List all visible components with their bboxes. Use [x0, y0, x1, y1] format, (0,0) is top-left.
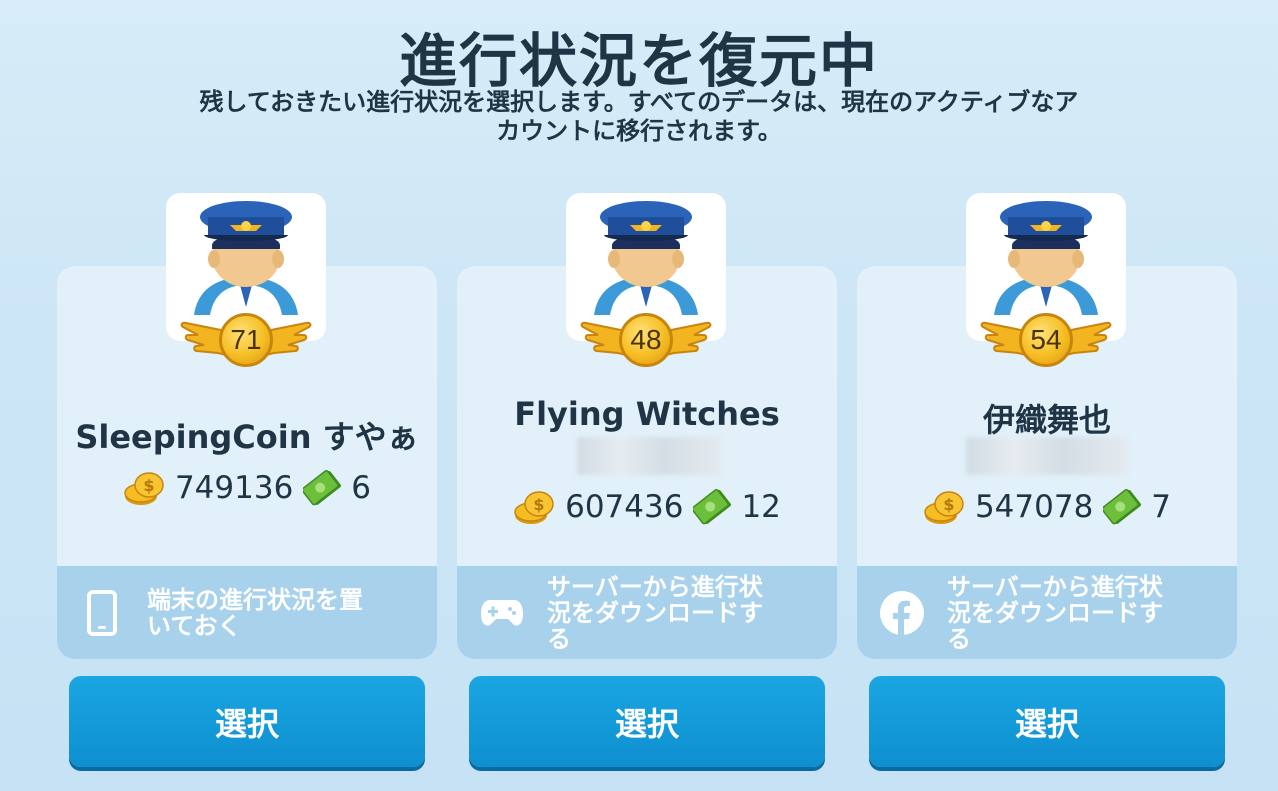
- source-label-server-facebook: サーバーから進行状 況をダウンロードす る: [947, 572, 1163, 653]
- source-band-device: 端末の進行状況を置 いておく: [57, 566, 437, 659]
- cash-value: 12: [741, 489, 781, 525]
- cash-icon: [303, 469, 342, 506]
- svg-text:$: $: [534, 495, 545, 514]
- coins-icon: $: [514, 491, 554, 524]
- redacted-id: [577, 437, 721, 475]
- source-label-device: 端末の進行状況を置 いておく: [147, 585, 363, 640]
- coins-icon: $: [924, 491, 964, 524]
- select-button-device[interactable]: 選択: [69, 676, 425, 767]
- gamepad-icon: [457, 598, 547, 628]
- level-badge: 54: [1019, 313, 1073, 367]
- page-subtitle: 残しておきたい進行状況を選択します。すべてのデータは、現在のアクティブなア カウ…: [0, 88, 1278, 146]
- level-badge: 48: [619, 313, 673, 367]
- cash-icon: [1103, 488, 1142, 525]
- currency-row: $ 607436 12: [457, 487, 837, 527]
- cash-icon: [693, 488, 732, 525]
- select-button-server-facebook[interactable]: 選択: [869, 676, 1225, 767]
- svg-text:$: $: [943, 495, 954, 514]
- subtitle-line-2: カウントに移行されます。: [496, 117, 782, 145]
- coins-value: 607436: [565, 489, 684, 525]
- redacted-id: [966, 437, 1128, 475]
- cash-value: 7: [1151, 489, 1172, 525]
- player-name: 伊織舞也: [982, 401, 1111, 439]
- level-badge: 71: [219, 313, 273, 367]
- svg-text:$: $: [143, 476, 154, 495]
- player-name: SleepingCoin すやぁ: [75, 418, 419, 456]
- source-label-server-game: サーバーから進行状 況をダウンロードす る: [547, 572, 763, 653]
- facebook-icon: [857, 590, 947, 636]
- subtitle-line-1: 残しておきたい進行状況を選択します。すべてのデータは、現在のアクティブなア: [199, 88, 1079, 116]
- source-band-server-facebook: サーバーから進行状 況をダウンロードす る: [857, 566, 1237, 659]
- source-band-server-game: サーバーから進行状 況をダウンロードす る: [457, 566, 837, 659]
- cash-value: 6: [351, 470, 372, 506]
- phone-icon: [57, 589, 147, 636]
- coins-icon: $: [124, 472, 164, 505]
- page-title: 進行状況を復元中: [398, 27, 879, 95]
- player-name: Flying Witches: [514, 395, 780, 433]
- coins-value: 547078: [974, 489, 1094, 525]
- currency-row: $ 547078 7: [857, 487, 1237, 527]
- select-button-server-game[interactable]: 選択: [469, 676, 825, 767]
- currency-row: $ 749136 6: [57, 468, 437, 508]
- coins-value: 749136: [174, 470, 294, 506]
